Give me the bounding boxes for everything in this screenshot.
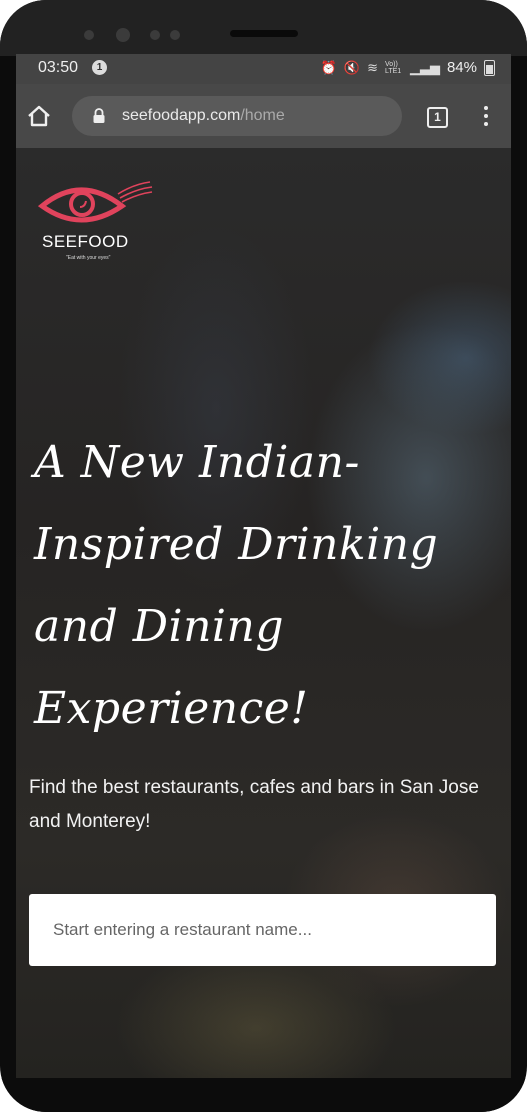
- hero-headline: A New Indian-Inspired Drinking and Dinin…: [34, 437, 439, 734]
- network-label: Vo)) LTE1: [384, 60, 402, 75]
- status-time: 03:50: [38, 59, 79, 76]
- battery-icon: [484, 59, 495, 76]
- sensor-dot: [84, 30, 94, 40]
- url-path: /home: [240, 107, 285, 124]
- hero-subtext: Find the best restaurants, cafes and bar…: [29, 777, 479, 832]
- url-host: seefoodapp.com: [122, 107, 241, 124]
- browser-toolbar: seefoodapp.com/home 1: [16, 84, 511, 148]
- alarm-icon: ⏰: [320, 59, 337, 75]
- url-text[interactable]: seefoodapp.com/home: [122, 107, 285, 125]
- hero-section: SEEFOOD "Eat with your eyes" A New India…: [16, 148, 511, 1078]
- eye-logo-icon: [37, 181, 153, 223]
- phone-bottom-bezel: [0, 1078, 527, 1112]
- front-camera: [116, 28, 130, 42]
- phone-top-bezel: [0, 0, 527, 56]
- notification-badge: 1: [92, 60, 107, 75]
- seefood-logo[interactable]: SEEFOOD "Eat with your eyes": [36, 176, 156, 266]
- address-bar[interactable]: seefoodapp.com/home: [72, 96, 402, 136]
- status-bar: 03:50 1 ⏰ 🔇 ≋ Vo)) LTE1 ▁▃▅ 84%: [16, 54, 511, 84]
- brand-name: SEEFOOD: [42, 232, 129, 251]
- lock-icon: [93, 108, 105, 123]
- more-menu-icon[interactable]: [482, 106, 490, 128]
- restaurant-search-input[interactable]: [29, 894, 496, 966]
- home-icon[interactable]: [26, 104, 52, 128]
- brand-tagline: "Eat with your eyes": [66, 255, 111, 261]
- status-icons: ⏰ 🔇 ≋ Vo)) LTE1 ▁▃▅ 84%: [321, 59, 495, 76]
- sensor-dot: [150, 30, 160, 40]
- mute-icon: 🔇: [343, 59, 361, 75]
- sensor-dot: [170, 30, 180, 40]
- earpiece-speaker: [230, 30, 298, 37]
- tab-switcher-button[interactable]: 1: [427, 107, 448, 128]
- signal-icon: ▁▃▅: [409, 59, 440, 75]
- battery-percent: 84%: [446, 59, 477, 76]
- phone-frame: 03:50 1 ⏰ 🔇 ≋ Vo)) LTE1 ▁▃▅ 84% seefooda…: [0, 0, 527, 1112]
- wifi-icon: ≋: [367, 59, 378, 75]
